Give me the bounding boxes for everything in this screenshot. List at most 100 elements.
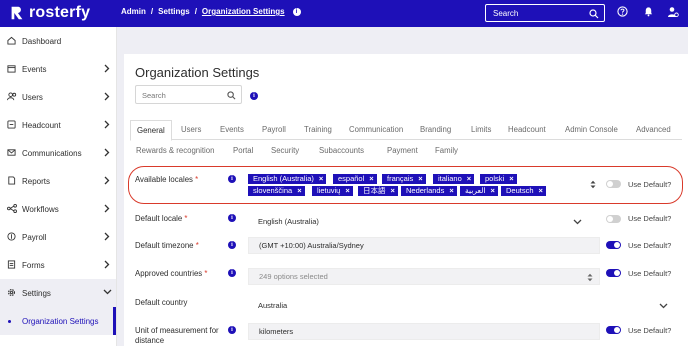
locale-tag: 日本語 × [358,186,398,196]
workflow-icon [7,204,17,213]
chevron-down-icon [103,289,112,295]
use-default-label: Use Default? [628,326,672,335]
users-icon [7,92,17,101]
info-icon[interactable]: i [228,175,236,183]
remove-tag-icon[interactable]: × [319,174,323,183]
settings-search-input[interactable]: Search [135,85,242,104]
tab-portal[interactable]: Portal [227,141,259,161]
tab-users[interactable]: Users [175,120,207,140]
gear-icon [7,288,16,297]
remove-tag-icon[interactable]: × [539,186,543,195]
locale-tag: العربية × [460,186,498,196]
bell-icon[interactable] [643,6,654,17]
info-icon[interactable]: i [292,7,301,16]
chevron-right-icon [104,64,110,73]
locale-tag: English (Australia) × [248,174,327,184]
use-default-toggle[interactable] [606,269,621,277]
tab-headcount[interactable]: Headcount [502,120,552,140]
sidebar-item-dashboard[interactable]: Dashboard [0,27,116,55]
search-icon[interactable] [589,9,599,19]
sidebar-item-reports[interactable]: Reports [0,167,116,195]
sidebar-subitem-organization-settings[interactable]: Organization Settings [0,307,116,335]
global-search-input[interactable]: Search [485,4,605,22]
payroll-icon [7,232,16,241]
info-icon[interactable]: i [250,92,258,100]
breadcrumb-settings[interactable]: Settings [158,7,190,16]
settings-search-placeholder: Search [142,91,166,100]
remove-tag-icon[interactable]: × [418,174,422,183]
tab-payment[interactable]: Payment [381,141,424,161]
sidebar-item-forms[interactable]: Forms [0,251,116,279]
remove-tag-icon[interactable]: × [297,186,301,195]
sidebar: Dashboard Events Users Headcount Communi… [0,27,117,346]
locale-tag: lietuvių × [312,186,353,196]
sidebar-item-communications[interactable]: Communications [0,139,116,167]
sidebar-item-settings[interactable]: Settings [0,279,116,307]
default-locale-label: Default locale * [135,214,188,223]
tab-admin-console[interactable]: Admin Console [559,120,624,140]
remove-tag-icon[interactable]: × [391,186,395,195]
locale-tag: français × [382,174,426,184]
page-title: Organization Settings [135,65,260,80]
sidebar-item-payroll[interactable]: Payroll [0,223,116,251]
chevron-down-icon [659,303,668,309]
info-icon[interactable]: i [228,241,236,249]
tab-family[interactable]: Family [429,141,464,161]
rosterfy-logo[interactable]: rosterfy [8,4,90,22]
tab-security[interactable]: Security [265,141,305,161]
sidebar-item-events[interactable]: Events [0,55,116,83]
approved-countries-select[interactable]: 249 options selected [248,268,600,285]
use-default-toggle[interactable] [606,241,621,249]
use-default-toggle[interactable] [606,180,621,188]
remove-tag-icon[interactable]: × [345,186,349,195]
locale-tag: Deutsch × [501,186,546,196]
use-default-toggle[interactable] [606,215,621,223]
remove-tag-icon[interactable]: × [369,174,373,183]
settings-tabs-row-2: Rewards & recognition Portal Security Su… [130,141,682,161]
default-country-label: Default country [135,298,188,307]
info-icon[interactable]: i [228,326,236,334]
info-icon[interactable]: i [228,269,236,277]
sidebar-item-users[interactable]: Users [0,83,116,111]
remove-tag-icon[interactable]: × [449,186,453,195]
sidebar-item-label: Workflows [22,204,59,214]
sidebar-item-headcount[interactable]: Headcount [0,111,116,139]
tab-events[interactable]: Events [214,120,250,140]
info-icon[interactable]: i [228,214,236,222]
tab-advanced[interactable]: Advanced [630,120,677,140]
breadcrumb-organization-settings[interactable]: Organization Settings [202,7,285,16]
sidebar-item-label: Reports [22,176,51,186]
forms-icon [7,260,16,269]
sidebar-subitem-label: Organization Settings [22,316,99,326]
default-country-select[interactable]: Australia [248,298,674,315]
breadcrumb-admin[interactable]: Admin [121,7,146,16]
sidebar-item-workflows[interactable]: Workflows [0,195,116,223]
chevron-down-icon [573,219,582,225]
sort-updown-icon [587,273,593,282]
help-icon[interactable] [617,6,628,17]
tab-general[interactable]: General [130,120,172,141]
tab-communication[interactable]: Communication [343,120,409,140]
tab-training[interactable]: Training [298,120,338,140]
locale-tag: italiano × [433,174,475,184]
default-timezone-field[interactable]: (GMT +10:00) Australia/Sydney [248,237,600,254]
search-icon[interactable] [227,91,236,100]
remove-tag-icon[interactable]: × [509,174,513,183]
user-settings-icon[interactable] [667,6,679,18]
chevron-right-icon [104,148,110,157]
use-default-toggle[interactable] [606,326,621,334]
sort-updown-icon[interactable] [590,180,596,189]
tab-rewards-recognition[interactable]: Rewards & recognition [130,141,220,161]
default-locale-select[interactable]: English (Australia) [248,214,588,231]
chevron-right-icon [104,120,110,129]
remove-tag-icon[interactable]: × [491,186,495,195]
tab-limits[interactable]: Limits [465,120,497,140]
tab-branding[interactable]: Branding [414,120,457,140]
locale-tag: Nederlands × [401,186,457,196]
remove-tag-icon[interactable]: × [467,174,471,183]
bullet-icon [8,320,11,323]
unit-of-measurement-field[interactable]: kilometers [248,323,600,340]
chevron-right-icon [104,260,110,269]
tab-payroll[interactable]: Payroll [256,120,292,140]
tab-subaccounts[interactable]: Subaccounts [313,141,370,161]
